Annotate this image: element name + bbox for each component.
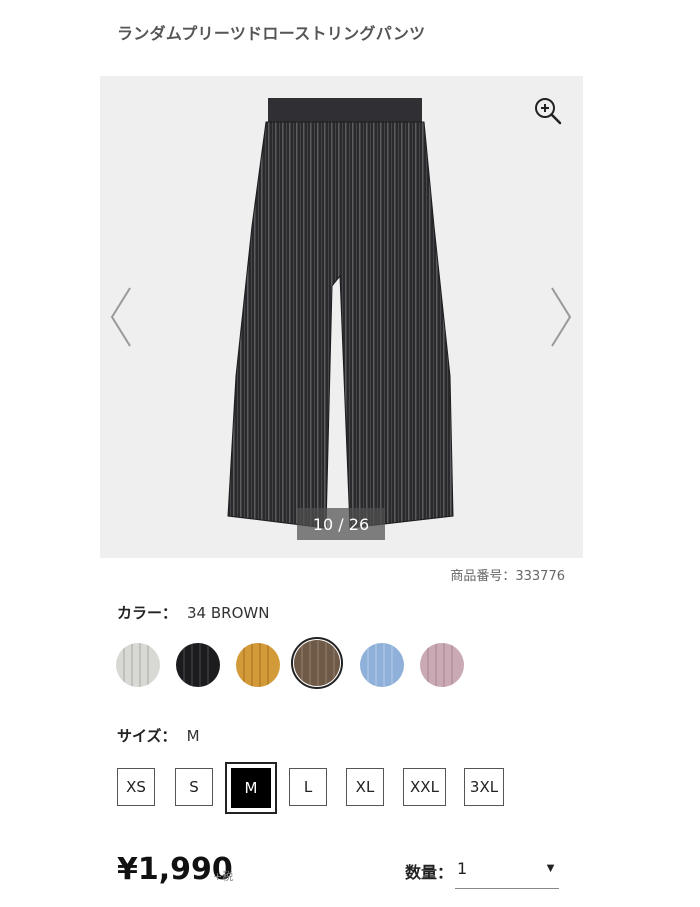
color-swatch-light-gray[interactable] [116, 643, 160, 687]
light-blue-swatch-icon [360, 643, 404, 687]
size-option-l[interactable]: L [289, 768, 327, 806]
color-swatch-brown[interactable] [294, 640, 340, 686]
mustard-swatch-icon [236, 643, 280, 687]
quantity-value: 1 [457, 859, 468, 878]
product-code: 商品番号：333776 [450, 569, 565, 584]
brown-swatch-icon [294, 640, 340, 686]
product-image [227, 98, 454, 529]
selected-size-value: M [186, 727, 200, 745]
selected-color-value: 34 BROWN [187, 604, 270, 622]
color-swatch-pink[interactable] [420, 643, 464, 687]
size-option-xs[interactable]: XS [117, 768, 155, 806]
quantity-label: 数量： [405, 863, 454, 882]
size-option-xl[interactable]: XL [346, 768, 384, 806]
chevron-left-icon[interactable] [108, 286, 134, 348]
black-swatch-icon [176, 643, 220, 687]
color-swatch-light-blue[interactable] [360, 643, 404, 687]
size-heading: サイズ： M [117, 725, 200, 746]
image-counter: 10 / 26 [297, 508, 385, 540]
color-label: カラー： [117, 604, 178, 622]
quantity-select[interactable]: 1 ▼ [455, 854, 559, 889]
size-option-s[interactable]: S [175, 768, 213, 806]
size-option-xxl[interactable]: XXL [403, 768, 446, 806]
color-heading: カラー： 34 BROWN [117, 602, 269, 623]
color-swatch-black[interactable] [176, 643, 220, 687]
product-title: ランダムプリーツドローストリングパンツ [117, 24, 426, 43]
size-label: サイズ： [117, 727, 177, 745]
product-image-gallery[interactable]: 10 / 26 [100, 76, 583, 558]
light-gray-swatch-icon [116, 643, 160, 687]
pink-swatch-icon [420, 643, 464, 687]
size-option-m[interactable]: M [231, 768, 271, 808]
caret-down-icon: ▼ [544, 860, 557, 875]
color-swatch-mustard[interactable] [236, 643, 280, 687]
zoom-in-icon[interactable] [533, 96, 563, 126]
chevron-right-icon[interactable] [548, 286, 574, 348]
tax-note: +税 [213, 870, 234, 883]
size-option-3xl[interactable]: 3XL [464, 768, 504, 806]
